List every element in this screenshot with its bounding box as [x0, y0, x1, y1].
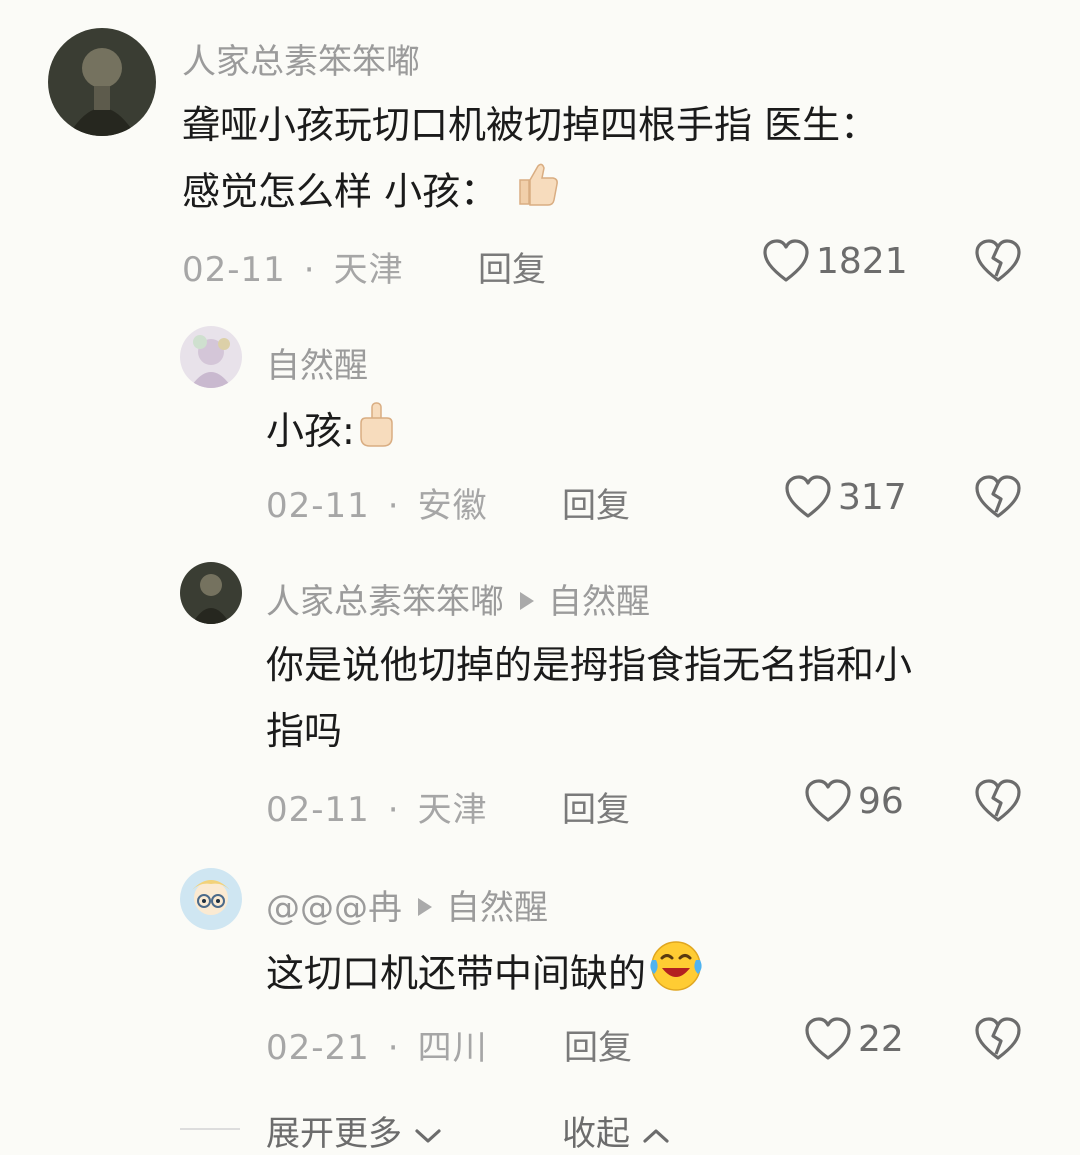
broken-heart-icon[interactable] — [974, 474, 1022, 520]
comment-location: 天津 — [333, 250, 404, 290]
comment-meta: 02-11 · 天津 — [266, 782, 488, 831]
comment-author[interactable]: 人家总素笨笨嘟 — [266, 582, 504, 622]
reply-button[interactable]: 回复 — [564, 1020, 632, 1069]
comment-date: 02-11 — [266, 790, 370, 830]
comment-username[interactable]: @@@冉 自然醒 — [266, 880, 548, 929]
comment-text-part: 感觉怎么样 小孩： — [182, 169, 499, 214]
comment-username[interactable]: 自然醒 — [266, 338, 368, 387]
meta-separator: · — [387, 790, 400, 830]
like-button[interactable]: 317 — [784, 474, 907, 520]
comment-meta: 02-11 · 安徽 — [266, 478, 488, 527]
avatar[interactable] — [48, 28, 156, 136]
expand-more-label: 展开更多 — [266, 1114, 402, 1154]
middle-finger-emoji-icon — [355, 399, 397, 469]
expand-more-button[interactable]: 展开更多 — [266, 1106, 443, 1155]
comment-username[interactable]: 人家总素笨笨嘟 自然醒 — [266, 574, 650, 623]
comment-text-line: 聋哑小孩玩切口机被切掉四根手指 医生： — [182, 103, 879, 147]
chevron-up-icon — [643, 1128, 669, 1143]
reply-button[interactable]: 回复 — [562, 782, 630, 831]
reply-arrow-icon — [418, 897, 432, 916]
like-button[interactable]: 96 — [804, 778, 904, 824]
chevron-down-icon — [415, 1128, 441, 1143]
reply-button[interactable]: 回复 — [562, 478, 630, 527]
comment-date: 02-11 — [182, 250, 286, 290]
collapse-button[interactable]: 收起 — [562, 1106, 671, 1155]
collapse-label: 收起 — [562, 1114, 630, 1154]
broken-heart-icon[interactable] — [974, 778, 1022, 824]
like-button[interactable]: 22 — [804, 1016, 904, 1062]
heart-icon — [805, 1017, 851, 1060]
comment-text: 小孩: — [266, 398, 397, 469]
comment-username[interactable]: 人家总素笨笨嘟 — [182, 34, 420, 83]
comment-text-part: 小孩: — [266, 409, 355, 453]
like-count: 317 — [838, 476, 907, 518]
avatar[interactable] — [180, 868, 242, 930]
comment-text-line: 你是说他切掉的是拇指食指无名指和小 — [266, 643, 913, 687]
thumbs-up-emoji-icon — [510, 158, 562, 230]
like-count: 96 — [858, 780, 904, 822]
reply-target[interactable]: 自然醒 — [446, 888, 548, 928]
comment-text-line: 感觉怎么样 小孩： — [182, 158, 878, 230]
meta-separator: · — [387, 1028, 400, 1068]
meta-separator: · — [303, 250, 316, 290]
comment-meta: 02-21 · 四川 — [266, 1020, 488, 1069]
reply-target[interactable]: 自然醒 — [548, 582, 650, 622]
like-count: 22 — [858, 1018, 904, 1060]
heart-icon — [805, 779, 851, 822]
divider — [180, 1128, 240, 1130]
avatar[interactable] — [180, 562, 242, 624]
like-button[interactable]: 1821 — [762, 238, 908, 284]
like-count: 1821 — [816, 240, 908, 282]
comment-location: 安徽 — [417, 486, 488, 526]
comment-text: 这切口机还带中间缺的 — [266, 938, 706, 1014]
comment-date: 02-11 — [266, 486, 370, 526]
comment-location: 天津 — [417, 790, 488, 830]
broken-heart-icon[interactable] — [974, 238, 1022, 284]
avatar[interactable] — [180, 326, 242, 388]
broken-heart-icon[interactable] — [974, 1016, 1022, 1062]
comment-text-part: 这切口机还带中间缺的 — [266, 951, 647, 996]
meta-separator: · — [387, 486, 400, 526]
comment-text: 聋哑小孩玩切口机被切掉四根手指 医生： 感觉怎么样 小孩： — [182, 92, 878, 230]
comment-text: 你是说他切掉的是拇指食指无名指和小 指吗 — [266, 632, 912, 764]
comment-location: 四川 — [417, 1028, 488, 1068]
reply-button[interactable]: 回复 — [478, 242, 546, 291]
comment-meta: 02-11 · 天津 — [182, 242, 404, 291]
comment-text-line: 指吗 — [266, 709, 343, 753]
comment-author[interactable]: @@@冉 — [266, 888, 402, 928]
heart-icon — [763, 239, 809, 282]
laughing-crying-emoji-icon — [646, 938, 706, 1014]
reply-arrow-icon — [520, 591, 534, 610]
heart-icon — [785, 475, 831, 518]
comment-date: 02-21 — [266, 1028, 370, 1068]
